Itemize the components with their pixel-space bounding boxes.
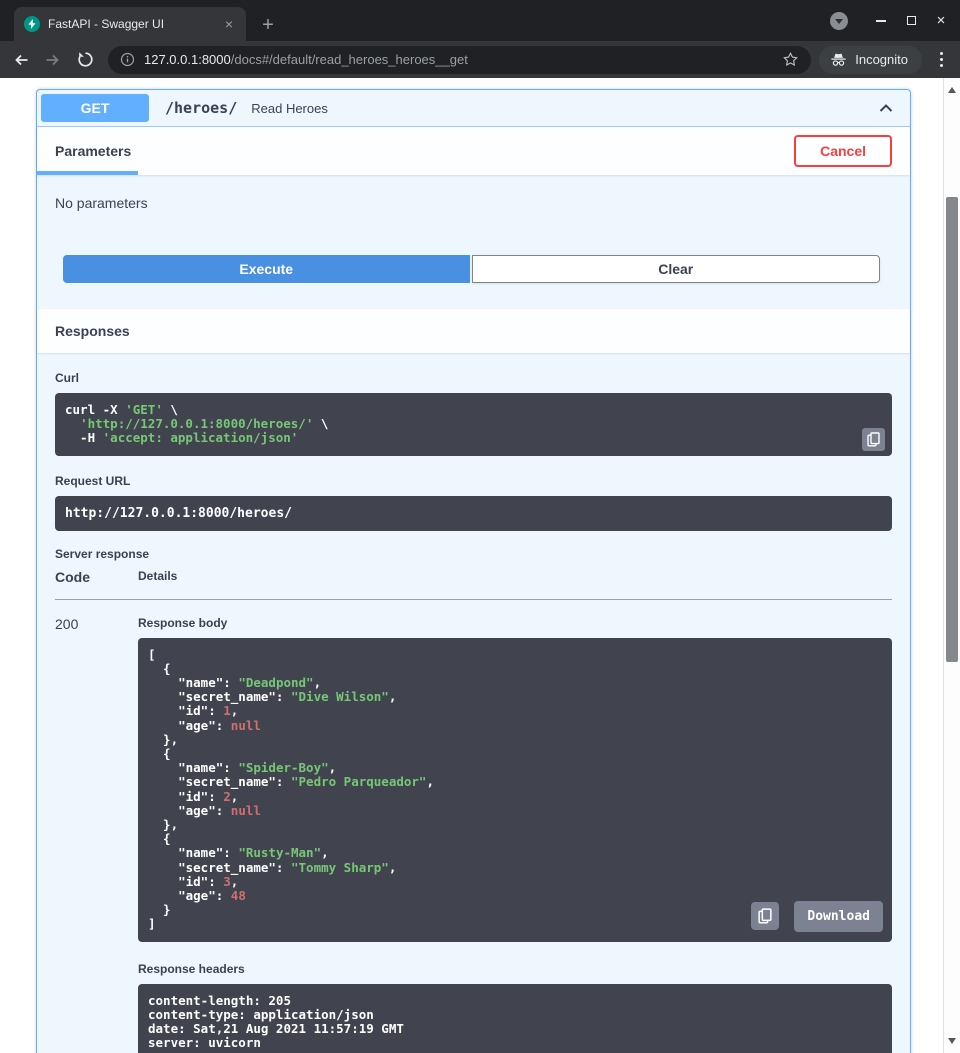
server-response-label: Server response (55, 547, 892, 561)
parameters-tab[interactable]: Parameters (55, 143, 131, 159)
browser-toolbar: 127.0.0.1:8000/docs#/default/read_heroes… (0, 41, 960, 78)
new-tab-button[interactable]: + (254, 11, 282, 39)
chevron-up-icon (876, 98, 896, 118)
clipboard-icon (867, 432, 880, 447)
endpoint-path: /heroes/ (165, 99, 237, 117)
back-arrow-icon (11, 50, 31, 70)
back-button[interactable] (6, 45, 36, 75)
curl-command-block: curl -X 'GET' \ 'http://127.0.0.1:8000/h… (55, 393, 892, 456)
collapse-button[interactable] (876, 98, 896, 118)
endpoint-summary: Read Heroes (251, 101, 328, 116)
reload-button[interactable] (70, 45, 100, 75)
kebab-menu-icon (940, 52, 943, 55)
active-tab-underline (37, 171, 138, 175)
tab-title: FastAPI - Swagger UI (48, 17, 212, 31)
clipboard-icon (758, 908, 772, 924)
tab-bar: FastAPI - Swagger UI × + × (0, 0, 960, 41)
minimize-button[interactable] (866, 0, 896, 41)
tab-close-button[interactable]: × (220, 15, 238, 33)
copy-curl-button[interactable] (862, 428, 885, 451)
swagger-main: GET /heroes/ Read Heroes Parameters Canc… (0, 78, 943, 1053)
response-headers-block: content-length: 205content-type: applica… (138, 984, 892, 1053)
maximize-icon (907, 16, 916, 25)
fastapi-logo-icon (24, 16, 40, 32)
parameters-body: No parameters (37, 175, 910, 223)
maximize-button[interactable] (896, 0, 926, 41)
response-body-label: Response body (138, 616, 892, 630)
url-domain: 127.0.0.1:8000 (144, 52, 231, 67)
responses-title: Responses (55, 323, 130, 339)
execute-button[interactable]: Execute (63, 255, 470, 283)
code-column-header: Code (55, 569, 138, 585)
parameters-header: Parameters Cancel (37, 127, 910, 175)
download-button[interactable]: Download (794, 901, 883, 932)
response-table-header: Code Details (55, 569, 892, 600)
browser-chrome: FastAPI - Swagger UI × + × 127.0.0.1:800… (0, 0, 960, 78)
close-window-button[interactable]: × (926, 0, 956, 41)
triangle-down-icon (948, 1038, 956, 1044)
responses-header: Responses (37, 309, 910, 353)
scroll-up-button[interactable] (944, 83, 960, 97)
response-body-block: Download[ { "name": "Deadpond", "secret_… (138, 638, 892, 942)
scroll-down-button[interactable] (944, 1034, 960, 1048)
copy-response-button[interactable] (751, 902, 779, 930)
response-body-actions: Download (751, 901, 883, 932)
response-headers-label: Response headers (138, 962, 892, 976)
triangle-up-icon (948, 87, 956, 93)
swagger-opblock-get-heroes: GET /heroes/ Read Heroes Parameters Canc… (36, 89, 911, 1053)
status-code: 200 (55, 616, 138, 1053)
minimize-icon (876, 20, 886, 22)
response-details: Response body Download[ { "name": "Deadp… (138, 616, 892, 1053)
curl-label: Curl (55, 371, 892, 385)
browser-menu-button[interactable] (928, 47, 954, 73)
window-controls: × (830, 0, 956, 41)
star-icon (782, 51, 799, 68)
forward-arrow-icon (43, 50, 63, 70)
incognito-label: Incognito (855, 52, 908, 67)
url-bar[interactable]: 127.0.0.1:8000/docs#/default/read_heroes… (108, 46, 811, 74)
responses-body: Curl curl -X 'GET' \ 'http://127.0.0.1:8… (37, 353, 910, 1053)
incognito-icon (829, 52, 848, 67)
bookmark-button[interactable] (782, 51, 799, 68)
tab-search-button[interactable] (830, 12, 848, 30)
page-info-icon[interactable] (120, 52, 135, 67)
reload-icon (76, 50, 95, 69)
clear-button[interactable]: Clear (472, 255, 881, 283)
url-text[interactable]: 127.0.0.1:8000/docs#/default/read_heroes… (144, 52, 773, 67)
chevron-down-icon (835, 19, 843, 24)
request-url-block: http://127.0.0.1:8000/heroes/ (55, 496, 892, 531)
request-url-label: Request URL (55, 474, 892, 488)
execute-row: Execute Clear (37, 223, 910, 309)
method-badge: GET (41, 94, 149, 122)
details-column-header: Details (138, 569, 177, 585)
cancel-button[interactable]: Cancel (794, 135, 892, 167)
incognito-badge: Incognito (819, 46, 922, 74)
close-icon: × (937, 13, 946, 28)
page-content: GET /heroes/ Read Heroes Parameters Canc… (0, 78, 960, 1053)
request-url-value: http://127.0.0.1:8000/heroes/ (65, 506, 292, 521)
opblock-summary[interactable]: GET /heroes/ Read Heroes (37, 90, 910, 127)
browser-tab[interactable]: FastAPI - Swagger UI × (14, 7, 246, 41)
page-scrollbar[interactable] (943, 78, 960, 1053)
response-row: 200 Response body Download[ { "name": "D… (55, 600, 892, 1053)
url-path: /docs#/default/read_heroes_heroes__get (231, 52, 468, 67)
scrollbar-thumb[interactable] (946, 197, 958, 662)
no-parameters-text: No parameters (55, 195, 148, 211)
forward-button[interactable] (38, 45, 68, 75)
